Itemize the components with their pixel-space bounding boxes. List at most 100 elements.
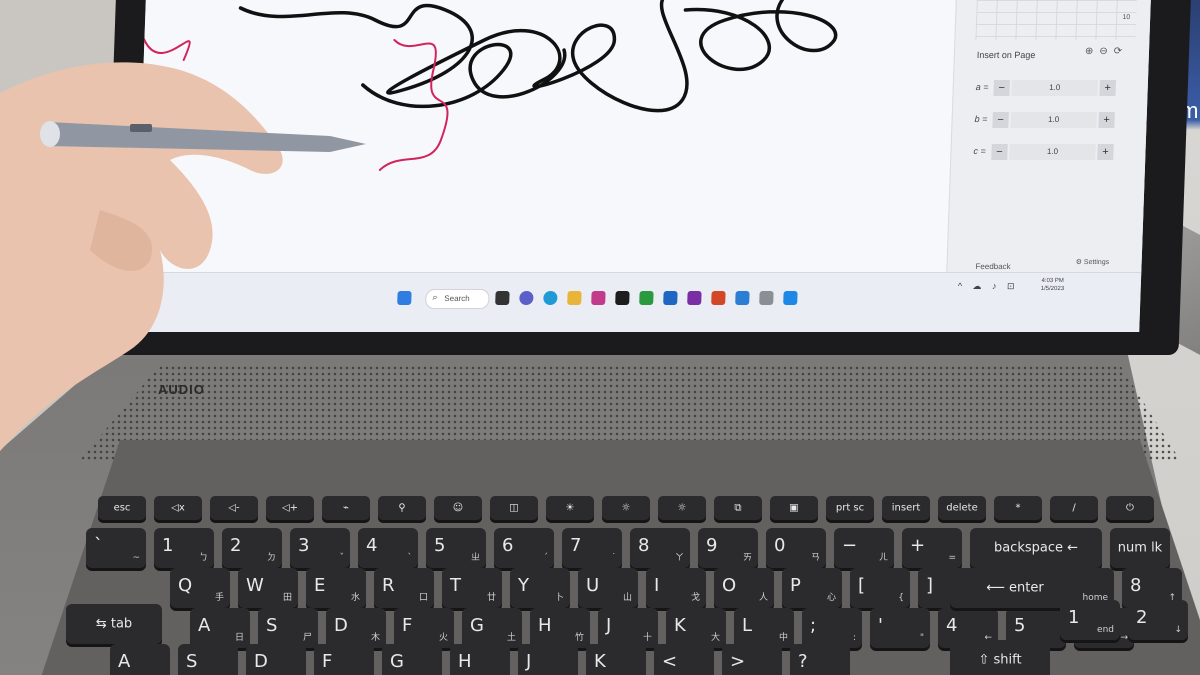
letter-key[interactable]: S尸 xyxy=(258,608,318,648)
variable-value[interactable]: 1.0 xyxy=(1010,112,1097,128)
letter-key[interactable]: O人 xyxy=(714,568,774,608)
letter-key[interactable]: K xyxy=(586,644,646,675)
feedback-link[interactable]: Feedback xyxy=(975,262,1010,271)
decrement-button[interactable]: − xyxy=(992,112,1009,128)
letter-key[interactable]: E水 xyxy=(306,568,366,608)
powerpoint-icon[interactable] xyxy=(711,291,726,305)
whiteboard-icon[interactable] xyxy=(735,291,750,305)
increment-button[interactable]: + xyxy=(1097,144,1114,160)
letter-key[interactable]: R口 xyxy=(374,568,434,608)
system-tray[interactable]: ^ ☁ ♪ ⊡ xyxy=(958,281,1019,292)
pen-menu-icon[interactable] xyxy=(759,291,774,305)
function-key[interactable]: prt sc xyxy=(826,496,874,520)
settings-app-icon[interactable] xyxy=(783,291,798,305)
decrement-button[interactable]: − xyxy=(991,144,1008,160)
letter-key[interactable]: H竹 xyxy=(530,608,590,648)
letter-key[interactable]: G土 xyxy=(462,608,522,648)
store-icon[interactable] xyxy=(591,291,606,305)
start-icon[interactable] xyxy=(397,291,412,305)
letter-key[interactable]: ' " xyxy=(870,608,930,648)
letter-key[interactable]: I戈 xyxy=(646,568,706,608)
letter-key[interactable]: W田 xyxy=(238,568,298,608)
decrement-button[interactable]: − xyxy=(993,80,1011,96)
number-key[interactable]: − ㄦ xyxy=(834,528,894,568)
letter-key[interactable]: F xyxy=(314,644,374,675)
letter-key[interactable]: D xyxy=(246,644,306,675)
letter-key[interactable]: D木 xyxy=(326,608,386,648)
letter-key[interactable]: U山 xyxy=(578,568,638,608)
function-key[interactable]: ⚲ xyxy=(378,496,426,520)
xbox-icon[interactable] xyxy=(639,291,654,305)
function-key[interactable]: ◫ xyxy=(490,496,538,520)
function-key[interactable]: * xyxy=(994,496,1042,520)
letter-key[interactable]: A日 xyxy=(190,608,250,648)
function-key[interactable]: / xyxy=(1050,496,1098,520)
letter-key[interactable]: L中 xyxy=(734,608,794,648)
key-label: A xyxy=(198,615,211,636)
number-key[interactable]: 2ㄉ xyxy=(222,528,282,568)
number-key[interactable]: backspace ← xyxy=(970,528,1102,568)
letter-key[interactable]: [{ xyxy=(850,568,910,608)
mail-icon[interactable] xyxy=(663,291,678,305)
chat-icon[interactable] xyxy=(519,291,534,305)
task-view-icon[interactable] xyxy=(495,291,510,305)
numpad-key[interactable]: 2 ↓ xyxy=(1128,600,1188,640)
key-label: 8 xyxy=(1130,575,1142,596)
letter-key[interactable]: A xyxy=(110,644,170,675)
function-key[interactable]: delete xyxy=(938,496,986,520)
letter-key[interactable]: H xyxy=(450,644,510,675)
zoom-controls[interactable]: ⊕⊖⟳ xyxy=(1085,46,1129,57)
letter-key[interactable]: S xyxy=(178,644,238,675)
variable-value[interactable]: 1.0 xyxy=(1011,80,1099,96)
function-key[interactable]: ▣ xyxy=(770,496,818,520)
numpad-key[interactable]: 1 end xyxy=(1060,600,1120,640)
settings-link[interactable]: ⚙ Settings xyxy=(1076,258,1110,266)
letter-key[interactable]: T廿 xyxy=(442,568,502,608)
letter-key[interactable]: ? xyxy=(790,644,850,675)
function-key[interactable]: ☺ xyxy=(434,496,482,520)
number-key[interactable]: num lk xyxy=(1110,528,1170,568)
number-key[interactable]: ` ~ xyxy=(86,528,146,568)
key-label: J xyxy=(606,615,612,636)
number-key[interactable]: 7 ˙ xyxy=(562,528,622,568)
function-key[interactable]: ☼ xyxy=(602,496,650,520)
letter-key[interactable]: J十 xyxy=(598,608,658,648)
number-key[interactable]: 5ㄓ xyxy=(426,528,486,568)
number-key[interactable]: + = xyxy=(902,528,962,568)
shift-key[interactable]: ⇧ shift xyxy=(950,640,1050,675)
taskbar-search[interactable]: ⌕ Search xyxy=(425,289,490,309)
pen-button[interactable] xyxy=(130,124,152,132)
file-explorer-icon[interactable] xyxy=(567,291,582,305)
letter-key[interactable]: J xyxy=(518,644,578,675)
letter-key[interactable]: ;: xyxy=(802,608,862,648)
number-key[interactable]: 3ˇ xyxy=(290,528,350,568)
letter-key[interactable]: F火 xyxy=(394,608,454,648)
letter-key[interactable]: K大 xyxy=(666,608,726,648)
taskbar-clock[interactable]: 4:03 PM 1/5/2023 xyxy=(1041,277,1065,293)
letter-key[interactable]: P心 xyxy=(782,568,842,608)
number-key[interactable]: 0ㄢ xyxy=(766,528,826,568)
tab-key[interactable]: ⇆ tab xyxy=(66,604,162,644)
variable-value[interactable]: 1.0 xyxy=(1009,144,1096,160)
number-key[interactable]: 8ㄚ xyxy=(630,528,690,568)
number-key[interactable]: 1ㄅ xyxy=(154,528,214,568)
app-icon[interactable] xyxy=(615,291,630,305)
letter-key[interactable]: Q手 xyxy=(170,568,230,608)
letter-key[interactable]: > xyxy=(722,644,782,675)
letter-key[interactable]: Y卜 xyxy=(510,568,570,608)
number-key[interactable]: 9ㄞ xyxy=(698,528,758,568)
letter-key[interactable]: G xyxy=(382,644,442,675)
function-key[interactable]: ☼ xyxy=(658,496,706,520)
function-key[interactable]: ⏻ xyxy=(1106,496,1154,520)
function-key[interactable]: ⧉ xyxy=(714,496,762,520)
letter-key[interactable]: < xyxy=(654,644,714,675)
function-key[interactable]: ☀ xyxy=(546,496,594,520)
onenote-icon[interactable] xyxy=(687,291,702,305)
number-key[interactable]: 6ˊ xyxy=(494,528,554,568)
function-key[interactable]: insert xyxy=(882,496,930,520)
insert-on-page-button[interactable]: Insert on Page xyxy=(977,50,1036,60)
increment-button[interactable]: + xyxy=(1099,80,1117,96)
number-key[interactable]: 4ˋ xyxy=(358,528,418,568)
increment-button[interactable]: + xyxy=(1098,112,1115,128)
edge-icon[interactable] xyxy=(543,291,558,305)
